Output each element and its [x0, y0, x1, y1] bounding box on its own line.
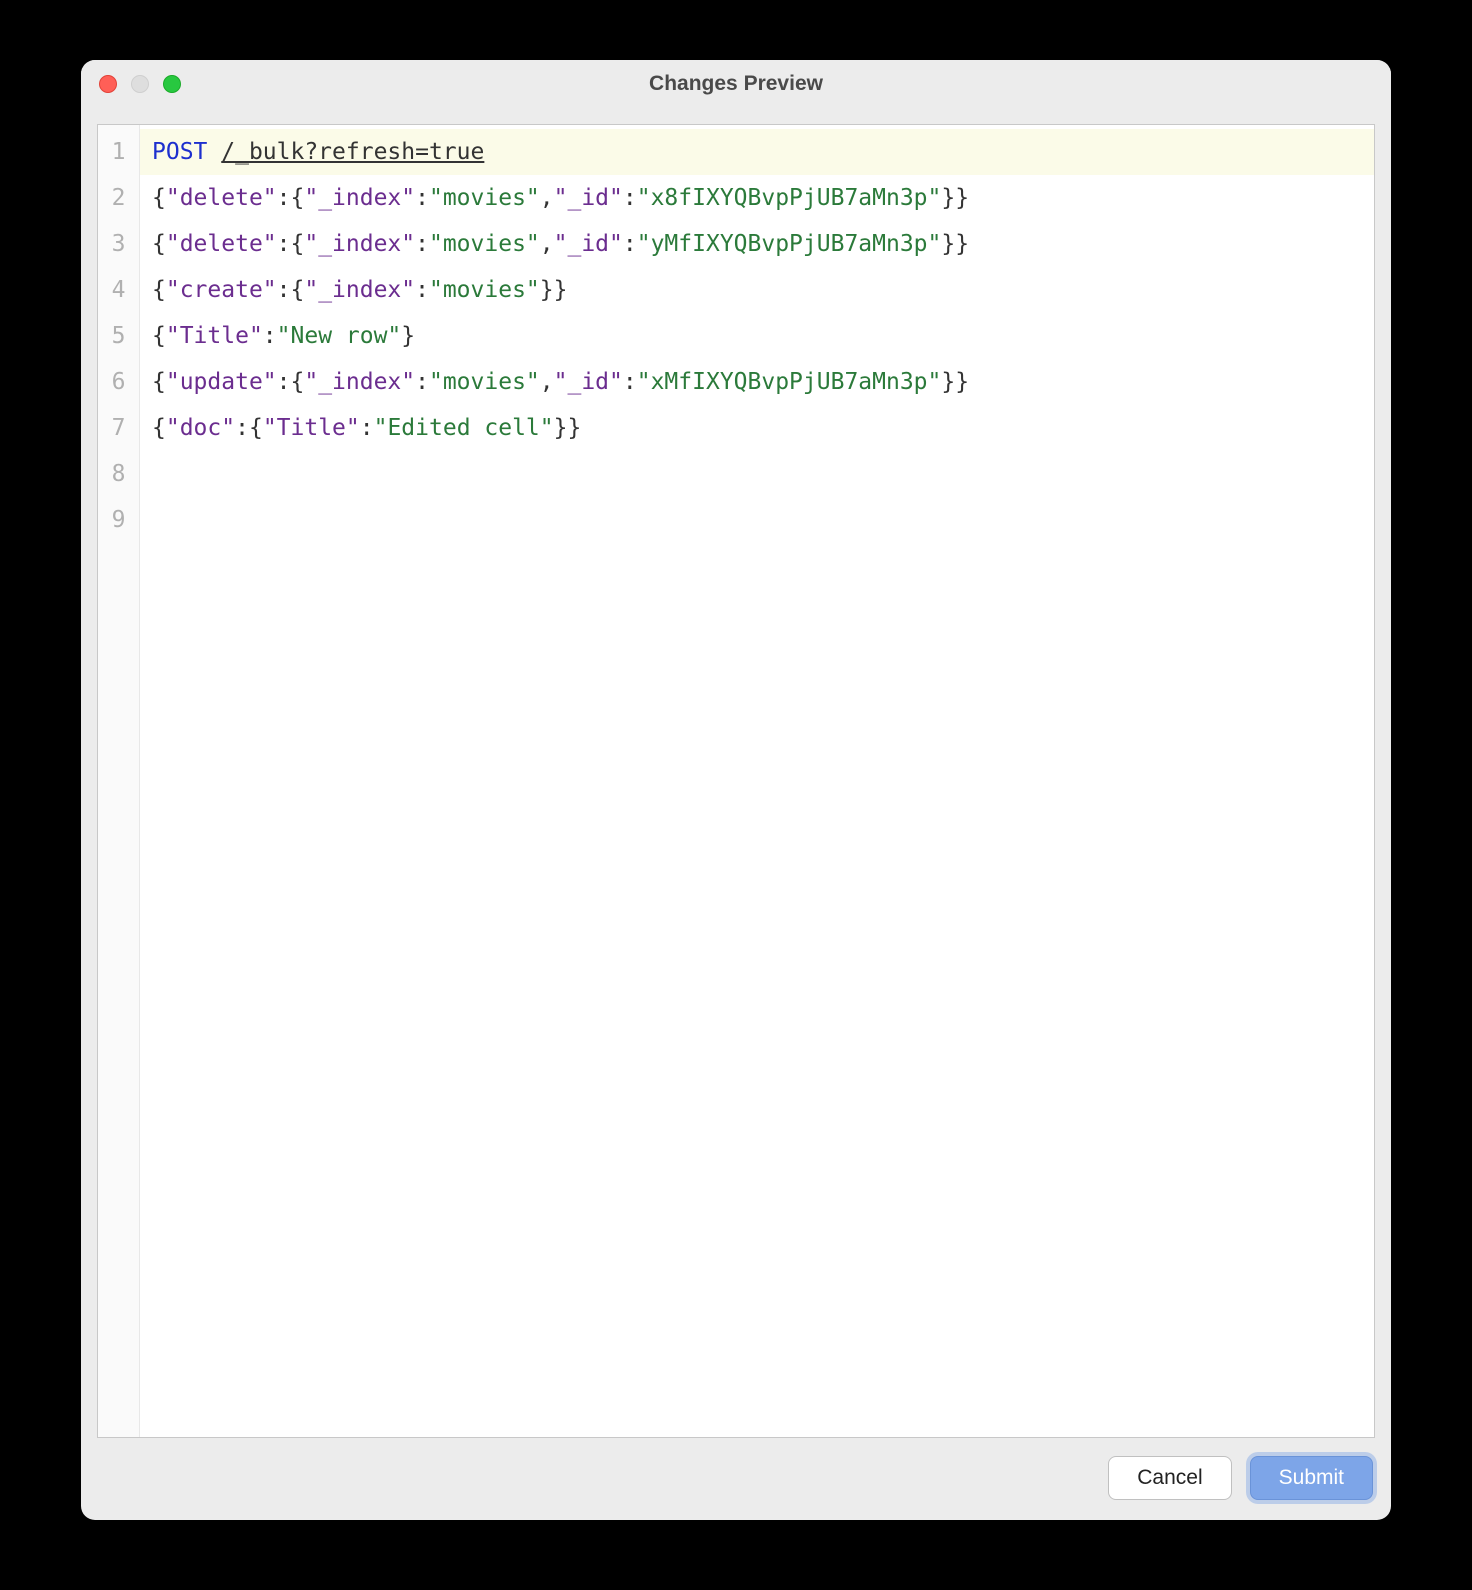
- code-line[interactable]: {"Title":"New row"}: [140, 313, 1374, 359]
- code-line[interactable]: POST /_bulk?refresh=true: [140, 129, 1374, 175]
- gutter-line-number: 2: [98, 175, 139, 221]
- code-line[interactable]: {"update":{"_index":"movies","_id":"xMfI…: [140, 359, 1374, 405]
- code-line[interactable]: [140, 497, 1374, 543]
- cancel-button[interactable]: Cancel: [1108, 1456, 1231, 1500]
- gutter-line-number: 6: [98, 359, 139, 405]
- code-line[interactable]: {"create":{"_index":"movies"}}: [140, 267, 1374, 313]
- gutter-line-number: 7: [98, 405, 139, 451]
- traffic-lights: [81, 75, 181, 93]
- code-line[interactable]: [140, 451, 1374, 497]
- code-line[interactable]: {"delete":{"_index":"movies","_id":"yMfI…: [140, 221, 1374, 267]
- code-line[interactable]: {"delete":{"_index":"movies","_id":"x8fI…: [140, 175, 1374, 221]
- close-icon[interactable]: [99, 75, 117, 93]
- gutter-line-number: 1: [98, 129, 139, 175]
- gutter-line-number: 9: [98, 497, 139, 543]
- gutter-line-number: 8: [98, 451, 139, 497]
- maximize-icon[interactable]: [163, 75, 181, 93]
- button-bar: Cancel Submit: [81, 1446, 1391, 1520]
- gutter-line-number: 5: [98, 313, 139, 359]
- dialog-window: Changes Preview 123456789 POST /_bulk?re…: [81, 60, 1391, 1520]
- minimize-icon: [131, 75, 149, 93]
- window-title: Changes Preview: [81, 72, 1391, 96]
- submit-button[interactable]: Submit: [1250, 1456, 1373, 1500]
- gutter-column: 123456789: [98, 125, 140, 1437]
- code-area[interactable]: POST /_bulk?refresh=true{"delete":{"_ind…: [140, 125, 1374, 1437]
- titlebar: Changes Preview: [81, 60, 1391, 108]
- code-editor[interactable]: 123456789 POST /_bulk?refresh=true{"dele…: [97, 124, 1375, 1438]
- gutter-line-number: 4: [98, 267, 139, 313]
- gutter-line-number: 3: [98, 221, 139, 267]
- code-line[interactable]: {"doc":{"Title":"Edited cell"}}: [140, 405, 1374, 451]
